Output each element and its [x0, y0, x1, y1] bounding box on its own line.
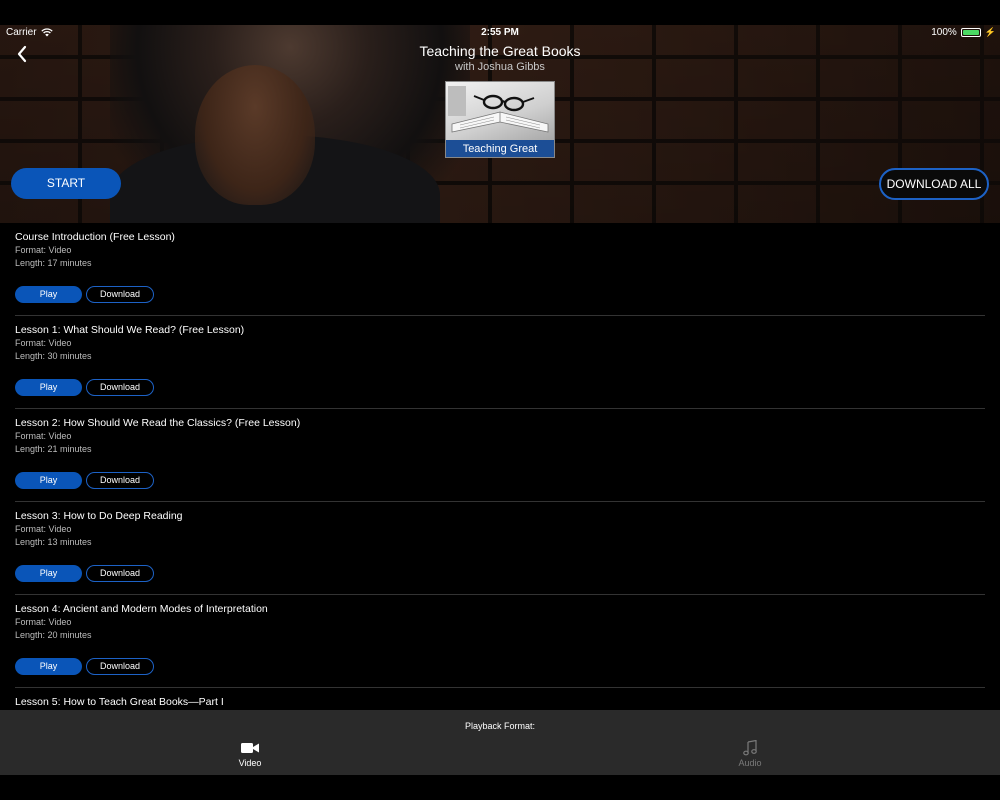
course-cover-image: Teaching Great Books [445, 81, 555, 158]
download-button[interactable]: Download [86, 565, 154, 582]
lesson-list[interactable]: Course Introduction (Free Lesson) Format… [0, 223, 1000, 710]
play-button[interactable]: Play [15, 286, 82, 303]
tab-video-label: Video [238, 758, 262, 768]
bottom-frame [0, 775, 1000, 800]
course-title: Teaching the Great Books [419, 43, 581, 59]
lesson-item: Lesson 3: How to Do Deep Reading Format:… [0, 502, 1000, 595]
top-frame [0, 0, 1000, 25]
lesson-item: Lesson 2: How Should We Read the Classic… [0, 409, 1000, 502]
playback-format-label: Playback Format: [464, 721, 536, 731]
lesson-title: Lesson 5: How to Teach Great Books—Part … [15, 696, 224, 708]
playback-format-bar: Playback Format: Video Audio [0, 710, 1000, 775]
lesson-format: Format: Video [15, 245, 72, 255]
lesson-title: Lesson 3: How to Do Deep Reading [15, 510, 183, 522]
play-button[interactable]: Play [15, 379, 82, 396]
lesson-item: Lesson 4: Ancient and Modern Modes of In… [0, 595, 1000, 688]
lesson-title: Course Introduction (Free Lesson) [15, 231, 175, 243]
charging-bolt-icon: ⚡ [984, 27, 996, 37]
lesson-length: Length: 21 minutes [15, 444, 92, 454]
lesson-item: Lesson 1: What Should We Read? (Free Les… [0, 316, 1000, 409]
download-all-button[interactable]: DOWNLOAD ALL [879, 168, 989, 200]
start-button[interactable]: START [11, 168, 121, 199]
tab-audio-label: Audio [738, 758, 762, 768]
cover-artwork [446, 82, 554, 140]
cover-label: Teaching Great Books [446, 140, 554, 157]
play-button[interactable]: Play [15, 658, 82, 675]
lesson-title: Lesson 4: Ancient and Modern Modes of In… [15, 603, 268, 615]
tab-audio[interactable]: Audio [710, 740, 790, 774]
battery-info: 100% ⚡ [931, 27, 996, 38]
battery-icon [960, 28, 981, 37]
course-instructor: with Joshua Gibbs [455, 61, 545, 73]
status-time: 2:55 PM [481, 27, 519, 38]
lesson-length: Length: 13 minutes [15, 537, 92, 547]
download-button[interactable]: Download [86, 658, 154, 675]
instructor-beard [195, 65, 315, 205]
lesson-format: Format: Video [15, 431, 72, 441]
lesson-format: Format: Video [15, 617, 72, 627]
lesson-format: Format: Video [15, 524, 72, 534]
video-camera-icon [241, 743, 259, 753]
lesson-length: Length: 20 minutes [15, 630, 92, 640]
lesson-format: Format: Video [15, 338, 72, 348]
lesson-title: Lesson 1: What Should We Read? (Free Les… [15, 324, 245, 336]
lesson-item: Course Introduction (Free Lesson) Format… [0, 223, 1000, 316]
book-glasses-icon [448, 86, 549, 133]
lesson-title: Lesson 2: How Should We Read the Classic… [15, 417, 301, 429]
tab-video[interactable]: Video [210, 740, 290, 774]
lesson-item: Lesson 5: How to Teach Great Books—Part … [0, 688, 1000, 710]
play-button[interactable]: Play [15, 565, 82, 582]
download-button[interactable]: Download [86, 379, 154, 396]
download-button[interactable]: Download [86, 472, 154, 489]
lesson-length: Length: 17 minutes [15, 258, 92, 268]
battery-percent: 100% [931, 27, 957, 38]
download-button[interactable]: Download [86, 286, 154, 303]
play-button[interactable]: Play [15, 472, 82, 489]
music-note-icon [743, 740, 757, 756]
lesson-length: Length: 30 minutes [15, 351, 92, 361]
status-bar: Carrier 2:55 PM 100% ⚡ [0, 25, 1000, 41]
